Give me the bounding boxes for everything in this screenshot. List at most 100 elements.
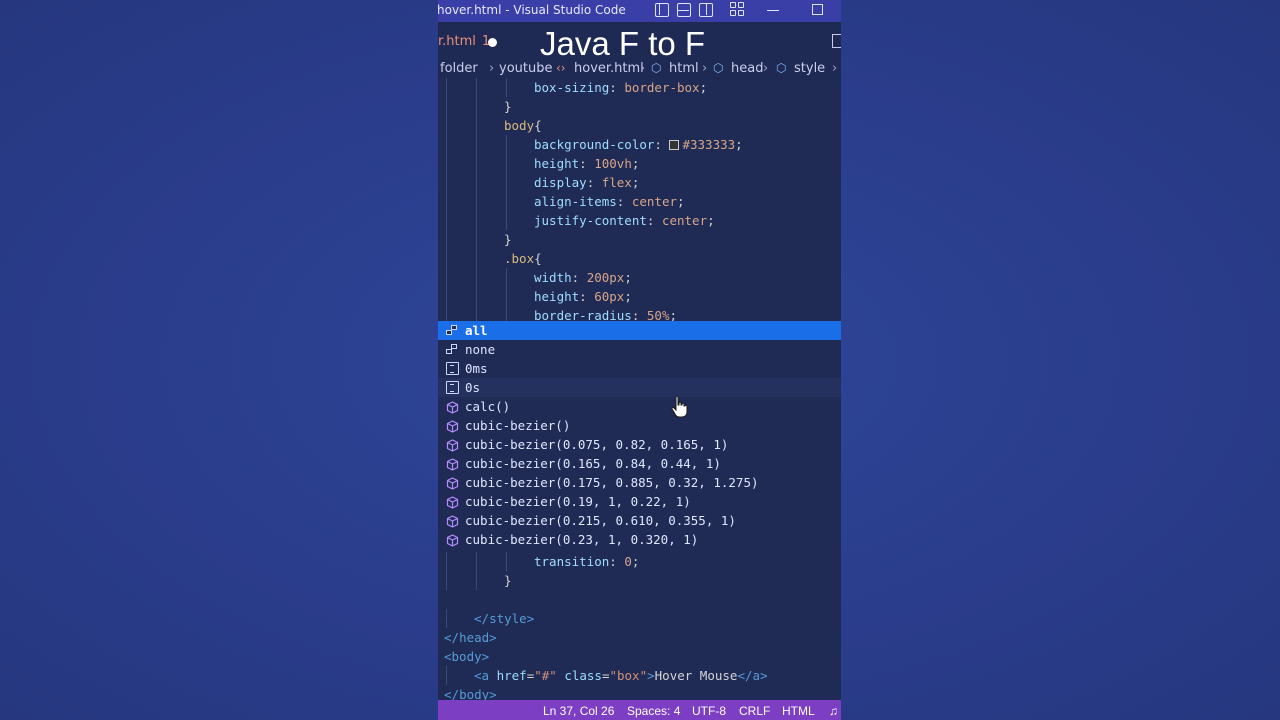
code-token: 200px	[586, 270, 625, 285]
code-text: height: 100vh;	[534, 154, 639, 173]
suggestion-item[interactable]: cubic-bezier(0.23, 1, 0.320, 1)	[438, 530, 841, 549]
indent-guide	[506, 552, 507, 571]
suggestion-item[interactable]: cubic-bezier(0.215, 0.610, 0.355, 1)	[438, 511, 841, 530]
suggestion-item[interactable]: calc()	[438, 397, 841, 416]
code-token: .box	[504, 251, 535, 266]
code-token: :	[616, 194, 632, 209]
code-token: ;	[735, 137, 743, 152]
code-text: body{	[504, 116, 542, 135]
indent-guide	[446, 78, 447, 97]
code-token: </	[444, 630, 460, 645]
code-token: flex	[601, 175, 632, 190]
code-token: 60px	[594, 289, 625, 304]
breadcrumb-item-folder[interactable]: folder	[440, 61, 478, 76]
indent-guide	[506, 287, 507, 306]
indent-guide	[476, 268, 477, 287]
code-token: #333333	[682, 137, 736, 152]
code-token: head	[459, 630, 490, 645]
code-text: justify-content: center;	[534, 211, 715, 230]
suggestion-label: 0ms	[465, 361, 488, 376]
language-mode[interactable]: HTML	[782, 704, 815, 718]
suggestion-item[interactable]: none	[438, 340, 841, 359]
suggestion-item[interactable]: cubic-bezier(0.19, 1, 0.22, 1)	[438, 492, 841, 511]
suggestion-label: 0s	[465, 380, 481, 395]
code-token: ;	[699, 80, 708, 95]
unsaved-dot-icon[interactable]	[488, 38, 497, 47]
toggle-secondary-sidebar-icon[interactable]	[699, 3, 713, 17]
suggestion-item[interactable]: 0s	[438, 378, 841, 397]
code-text: </style>	[474, 609, 534, 628]
customize-layout-icon[interactable]	[730, 2, 745, 17]
code-token: {	[534, 251, 542, 266]
suggestion-item[interactable]: cubic-bezier(0.175, 0.885, 0.32, 1.275)	[438, 473, 841, 492]
breadcrumb-item-html[interactable]: html	[669, 61, 699, 76]
indent-guide	[446, 211, 447, 230]
function-icon	[446, 457, 459, 471]
chevron-right-icon: ›	[832, 61, 838, 76]
enum-icon	[446, 343, 459, 356]
code-token: body	[504, 118, 535, 133]
code-token: transition	[534, 554, 610, 569]
code-token: </a>	[737, 668, 768, 683]
breadcrumb-item-file[interactable]: hover.html	[574, 61, 644, 76]
code-token: "box"	[609, 668, 648, 683]
split-editor-icon[interactable]	[832, 34, 841, 48]
code-token: >	[647, 668, 655, 683]
hand-pointer-icon	[671, 395, 688, 418]
code-token: height	[534, 289, 580, 304]
code-text: </head>	[444, 628, 497, 647]
suggestion-item[interactable]: all	[438, 321, 841, 340]
line-ending-setting[interactable]: CRLF	[739, 704, 770, 718]
code-token: display	[534, 175, 587, 190]
code-token: :	[646, 213, 662, 228]
code-token: ;	[631, 156, 640, 171]
indent-guide	[446, 287, 447, 306]
code-text: transition: 0;	[534, 552, 639, 571]
suggestion-item[interactable]: cubic-bezier()	[438, 416, 841, 435]
cursor-position[interactable]: Ln 37, Col 26	[543, 704, 614, 718]
tab-hover-html[interactable]: r.html 1	[438, 34, 490, 49]
indent-guide	[476, 230, 477, 249]
code-token: ;	[631, 554, 640, 569]
code-token: >	[489, 630, 497, 645]
code-text: width: 200px;	[534, 268, 632, 287]
breadcrumb-item-style[interactable]: style	[794, 61, 825, 76]
indent-guide	[446, 116, 447, 135]
function-icon	[446, 495, 459, 509]
indent-guide	[476, 192, 477, 211]
indent-guide	[446, 192, 447, 211]
toggle-sidebar-icon[interactable]	[655, 3, 669, 17]
indent-guide	[476, 135, 477, 154]
color-swatch-icon[interactable]	[669, 140, 680, 150]
indent-guide	[506, 135, 507, 154]
suggestion-item[interactable]: cubic-bezier(0.075, 0.82, 0.165, 1)	[438, 435, 841, 454]
suggestion-label: cubic-bezier(0.175, 0.885, 0.32, 1.275)	[465, 475, 759, 490]
suggestion-item[interactable]: 0ms	[438, 359, 841, 378]
code-text: .box{	[504, 249, 542, 268]
toggle-panel-icon[interactable]	[677, 3, 691, 17]
function-icon	[446, 514, 459, 528]
code-token: center	[661, 213, 708, 228]
chevron-right-icon: ›	[640, 61, 646, 76]
code-token: justify-content	[534, 213, 647, 228]
feedback-icon[interactable]: ♫	[829, 704, 838, 718]
code-text: }	[504, 97, 512, 116]
status-bar: Ln 37, Col 26 Spaces: 4 UTF-8 CRLF HTML …	[438, 700, 841, 720]
suggestion-label: cubic-bezier(0.19, 1, 0.22, 1)	[465, 494, 691, 509]
suggestion-item[interactable]: cubic-bezier(0.165, 0.84, 0.44, 1)	[438, 454, 841, 473]
minimize-icon[interactable]	[767, 10, 779, 11]
code-token: body	[451, 649, 482, 664]
maximize-icon[interactable]	[812, 4, 823, 15]
breadcrumb-item-head[interactable]: head	[731, 61, 763, 76]
indent-guide	[506, 154, 507, 173]
suggestion-label: cubic-bezier(0.23, 1, 0.320, 1)	[465, 532, 699, 547]
code-token: }	[504, 232, 512, 247]
code-token: <	[444, 649, 452, 664]
code-token: background-color	[534, 137, 655, 152]
code-token: :	[654, 137, 670, 152]
code-token: border-box	[624, 80, 700, 95]
indent-guide	[446, 230, 447, 249]
indent-guide	[506, 211, 507, 230]
encoding-setting[interactable]: UTF-8	[692, 704, 726, 718]
indentation-setting[interactable]: Spaces: 4	[627, 704, 680, 718]
